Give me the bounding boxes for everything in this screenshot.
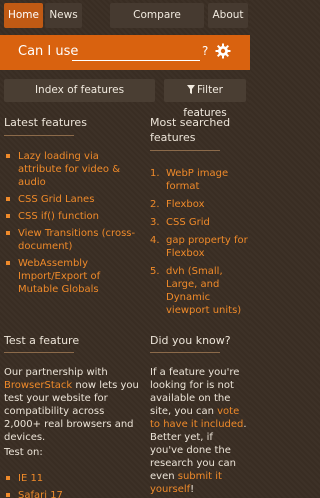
test-feature-heading: Test a feature bbox=[4, 334, 80, 347]
most-searched-heading: Most searched features bbox=[150, 116, 231, 144]
latest-features-list: Lazy loading via attribute for video & a… bbox=[4, 150, 140, 300]
searched-feature-link[interactable]: 1. WebP image format bbox=[150, 167, 248, 193]
test-on-label: Test on: bbox=[4, 447, 43, 458]
did-you-know-paragraph: If a feature you're looking for is not a… bbox=[150, 366, 248, 496]
nav-compare-browsers[interactable]: Compare browsers bbox=[110, 3, 204, 46]
searched-feature-link[interactable]: 3. CSS Grid bbox=[150, 216, 248, 229]
nav-about[interactable]: About bbox=[208, 3, 248, 28]
rank-number: 1. bbox=[150, 168, 160, 179]
latest-heading-rule bbox=[4, 135, 74, 136]
test-text-1: Our partnership with bbox=[4, 367, 108, 378]
searched-feature-link[interactable]: 4. gap property for Flexbox bbox=[150, 234, 248, 260]
test-heading-rule bbox=[4, 352, 74, 353]
searched-feature-label: CSS Grid bbox=[166, 217, 210, 228]
filter-features-button[interactable]: Filter features bbox=[164, 79, 246, 119]
searched-heading-rule bbox=[150, 150, 220, 151]
nav-news[interactable]: News bbox=[45, 3, 82, 28]
know-heading-rule bbox=[150, 352, 220, 353]
searched-feature-label: WebP image format bbox=[166, 168, 229, 192]
latest-feature-link[interactable]: View Transitions (cross-document) bbox=[4, 227, 140, 253]
search-help-icon[interactable]: ? bbox=[202, 44, 208, 58]
top-navigation: Home News Compare browsers About bbox=[0, 0, 250, 46]
searched-feature-label: gap property for Flexbox bbox=[166, 235, 248, 259]
latest-feature-link[interactable]: CSS if() function bbox=[4, 210, 140, 223]
latest-features-heading: Latest features bbox=[4, 116, 87, 129]
search-input[interactable] bbox=[72, 44, 200, 61]
test-browser-list: IE 11 Safari 17 bbox=[4, 472, 140, 498]
rank-number: 3. bbox=[150, 217, 160, 228]
index-of-features-button[interactable]: Index of features bbox=[4, 79, 155, 102]
gear-icon[interactable] bbox=[215, 43, 231, 59]
latest-feature-link[interactable]: Lazy loading via attribute for video & a… bbox=[4, 150, 140, 189]
rank-number: 2. bbox=[150, 199, 160, 210]
filter-icon bbox=[186, 85, 195, 94]
latest-feature-link[interactable]: CSS Grid Lanes bbox=[4, 193, 140, 206]
search-label: Can I use bbox=[18, 44, 79, 59]
test-browser-link[interactable]: IE 11 bbox=[4, 472, 140, 485]
did-you-know-heading: Did you know? bbox=[150, 334, 231, 347]
searched-feature-link[interactable]: 2. Flexbox bbox=[150, 198, 248, 211]
nav-home[interactable]: Home bbox=[4, 3, 43, 28]
search-bar: Can I use ? bbox=[0, 35, 250, 70]
test-browser-link[interactable]: Safari 17 bbox=[4, 489, 140, 498]
searched-feature-label: Flexbox bbox=[166, 199, 205, 210]
rank-number: 4. bbox=[150, 235, 160, 246]
test-feature-paragraph: Our partnership with BrowserStack now le… bbox=[4, 366, 140, 444]
most-searched-list: 1. WebP image format 2. Flexbox 3. CSS Grid 4.… bbox=[150, 167, 248, 322]
rank-number: 5. bbox=[150, 266, 160, 277]
latest-feature-link[interactable]: WebAssembly Import/Export of Mutable Glo… bbox=[4, 257, 140, 296]
searched-feature-link[interactable]: 5. dvh (Small, Large, and Dynamic viewpor… bbox=[150, 265, 248, 317]
browserstack-link[interactable]: BrowserStack bbox=[4, 380, 72, 391]
know-text-3: ! bbox=[190, 484, 195, 495]
searched-feature-label: dvh (Small, Large, and Dynamic viewport … bbox=[166, 266, 242, 316]
